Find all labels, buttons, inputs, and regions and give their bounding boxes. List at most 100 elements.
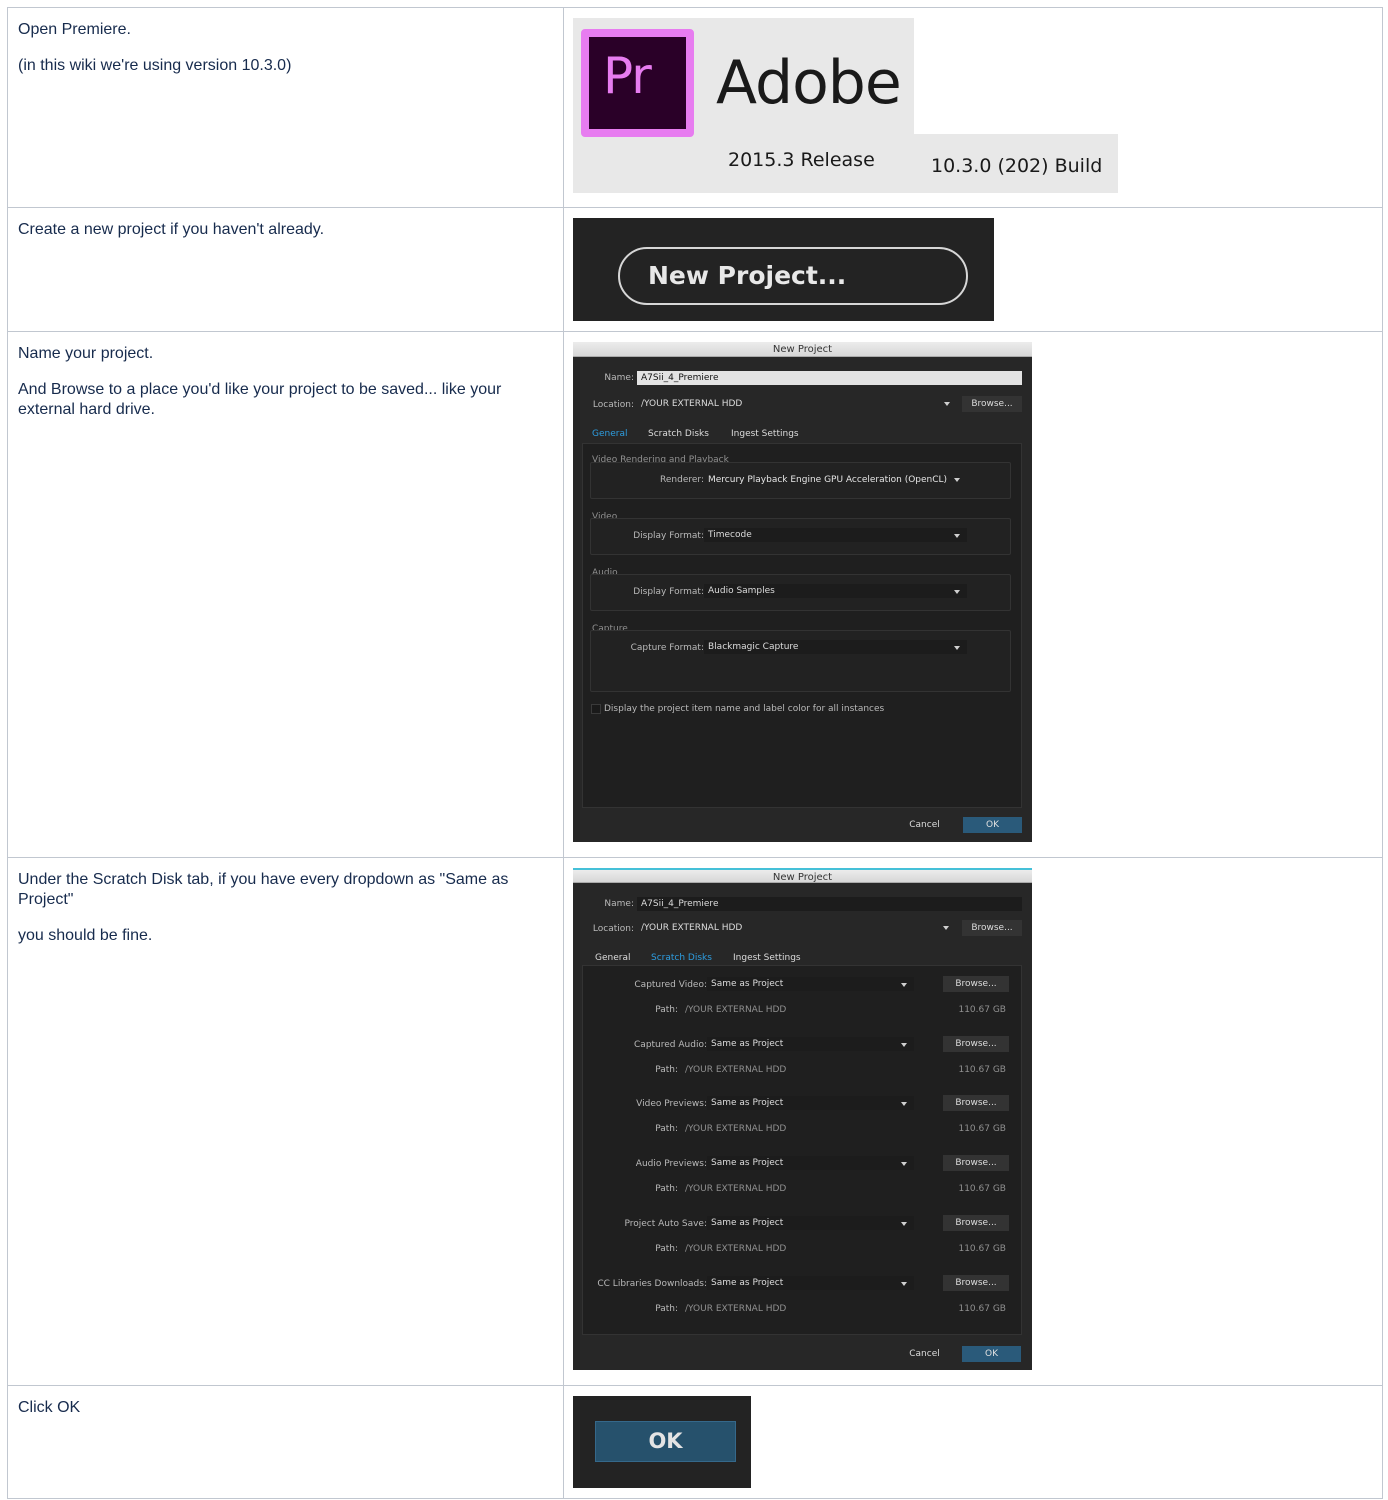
location-label: Location: xyxy=(592,924,634,934)
disk-label: Video Previews: xyxy=(636,1099,707,1109)
step-image-cell: New Project Name: A7Sii_4_Premiere Locat… xyxy=(563,857,1383,1386)
step-paragraph: Click OK xyxy=(18,1399,81,1416)
tab-ingest-settings[interactable]: Ingest Settings xyxy=(733,953,801,963)
project-auto-save-dropdown[interactable]: Same as Project xyxy=(707,1216,914,1230)
free-space: 110.67 GB xyxy=(958,1005,1006,1015)
name-input[interactable]: A7Sii_4_Premiere xyxy=(637,371,1022,385)
tab-scratch-disks[interactable]: Scratch Disks xyxy=(648,429,709,439)
step-text-cell: Create a new project if you haven't alre… xyxy=(7,207,564,332)
path-label: Path: xyxy=(655,1244,678,1254)
disk-label: Project Auto Save: xyxy=(624,1219,707,1229)
step-paragraph: you should be fine. xyxy=(18,927,153,944)
path-value: /YOUR EXTERNAL HDD xyxy=(685,1244,787,1254)
audio-previews-dropdown[interactable]: Same as Project xyxy=(707,1156,914,1170)
captured-audio-dropdown[interactable]: Same as Project xyxy=(707,1037,914,1051)
capture-format-label: Capture Format: xyxy=(630,643,704,653)
dialog-title: New Project xyxy=(573,342,1032,357)
display-item-name-checkbox[interactable] xyxy=(591,704,601,714)
new-project-dialog-general: New Project Name: A7Sii_4_Premiere Locat… xyxy=(573,342,1032,842)
disk-label: Captured Audio: xyxy=(634,1040,707,1050)
step-text-cell: Click OK xyxy=(7,1385,564,1499)
browse-button[interactable]: Browse... xyxy=(943,1095,1009,1111)
free-space: 110.67 GB xyxy=(958,1065,1006,1075)
cancel-button[interactable]: Cancel xyxy=(897,817,952,833)
captured-video-dropdown[interactable]: Same as Project xyxy=(707,977,914,991)
chevron-down-icon xyxy=(943,926,949,930)
build-label: 10.3.0 (202) Build xyxy=(931,155,1103,177)
renderer-dropdown[interactable]: Mercury Playback Engine GPU Acceleration… xyxy=(708,475,947,485)
tab-scratch-disks[interactable]: Scratch Disks xyxy=(651,953,712,963)
free-space: 110.67 GB xyxy=(958,1304,1006,1314)
ok-button[interactable]: OK xyxy=(595,1421,736,1462)
chevron-down-icon xyxy=(901,1162,907,1166)
step-paragraph: Name your project. xyxy=(18,345,154,362)
checkbox-label: Display the project item name and label … xyxy=(604,704,885,714)
step-paragraph: (in this wiki we're using version 10.3.0… xyxy=(18,57,292,74)
chevron-down-icon xyxy=(901,1043,907,1047)
free-space: 110.67 GB xyxy=(958,1184,1006,1194)
capture-format-dropdown[interactable]: Blackmagic Capture xyxy=(704,640,967,654)
step-row-click-ok: Click OK OK xyxy=(7,1385,1383,1499)
cancel-button[interactable]: Cancel xyxy=(897,1346,952,1362)
path-value: /YOUR EXTERNAL HDD xyxy=(685,1124,787,1134)
premiere-version-image: Pr Adobe 2015.3 Release 10.3.0 (202) Bui… xyxy=(573,18,1118,193)
disk-label: Audio Previews: xyxy=(635,1159,707,1169)
browse-button[interactable]: Browse... xyxy=(943,1155,1009,1171)
free-space: 110.67 GB xyxy=(958,1124,1006,1134)
step-text-cell: Under the Scratch Disk tab, if you have … xyxy=(7,857,564,1386)
chevron-down-icon xyxy=(954,534,960,538)
browse-button[interactable]: Browse... xyxy=(943,1215,1009,1231)
chevron-down-icon xyxy=(954,478,960,482)
new-project-image: New Project... xyxy=(573,218,994,321)
chevron-down-icon xyxy=(954,646,960,650)
step-row-scratch-disks: Under the Scratch Disk tab, if you have … xyxy=(7,857,1383,1386)
browse-button[interactable]: Browse... xyxy=(943,976,1009,992)
path-label: Path: xyxy=(655,1124,678,1134)
ok-button-image: OK xyxy=(573,1396,751,1488)
disk-label: Captured Video: xyxy=(634,980,707,990)
video-previews-dropdown[interactable]: Same as Project xyxy=(707,1096,914,1110)
step-image-cell: New Project Name: A7Sii_4_Premiere Locat… xyxy=(563,331,1383,858)
name-label: Name: xyxy=(604,373,634,383)
free-space: 110.67 GB xyxy=(958,1244,1006,1254)
tab-general[interactable]: General xyxy=(595,953,630,963)
tab-ingest-settings[interactable]: Ingest Settings xyxy=(731,429,799,439)
location-dropdown[interactable]: /YOUR EXTERNAL HDD xyxy=(637,921,958,935)
step-text-cell: Name your project. And Browse to a place… xyxy=(7,331,564,858)
video-display-format-dropdown[interactable]: Timecode xyxy=(704,528,967,542)
path-value: /YOUR EXTERNAL HDD xyxy=(685,1065,787,1075)
path-value: /YOUR EXTERNAL HDD xyxy=(685,1304,787,1314)
step-paragraph: Create a new project if you haven't alre… xyxy=(18,221,325,238)
new-project-button[interactable]: New Project... xyxy=(618,247,968,305)
step-paragraph: Open Premiere. xyxy=(18,21,131,38)
new-project-dialog-scratch-disks: New Project Name: A7Sii_4_Premiere Locat… xyxy=(573,868,1032,1370)
name-input[interactable]: A7Sii_4_Premiere xyxy=(637,897,1022,911)
ok-button[interactable]: OK xyxy=(963,817,1022,833)
name-label: Name: xyxy=(604,899,634,909)
chevron-down-icon xyxy=(944,402,950,406)
browse-button[interactable]: Browse... xyxy=(962,396,1022,412)
step-row-name-project: Name your project. And Browse to a place… xyxy=(7,331,1383,858)
path-label: Path: xyxy=(655,1065,678,1075)
chevron-down-icon xyxy=(901,1222,907,1226)
browse-button[interactable]: Browse... xyxy=(962,920,1022,936)
cc-libraries-downloads-dropdown[interactable]: Same as Project xyxy=(707,1276,914,1290)
tab-general[interactable]: General xyxy=(592,429,627,439)
audio-display-format-dropdown[interactable]: Audio Samples xyxy=(704,584,967,598)
browse-button[interactable]: Browse... xyxy=(943,1275,1009,1291)
ok-button[interactable]: OK xyxy=(962,1346,1021,1362)
step-image-cell: OK xyxy=(563,1385,1383,1499)
release-label: 2015.3 Release xyxy=(728,149,875,171)
chevron-down-icon xyxy=(954,590,960,594)
path-value: /YOUR EXTERNAL HDD xyxy=(685,1005,787,1015)
path-label: Path: xyxy=(655,1304,678,1314)
step-image-cell: New Project... xyxy=(563,207,1383,332)
step-row-new-project: Create a new project if you haven't alre… xyxy=(7,207,1383,332)
display-format-label: Display Format: xyxy=(633,531,704,541)
location-dropdown[interactable]: /YOUR EXTERNAL HDD xyxy=(637,397,958,411)
browse-button[interactable]: Browse... xyxy=(943,1036,1009,1052)
premiere-logo-icon: Pr xyxy=(581,29,694,137)
location-label: Location: xyxy=(592,400,634,410)
chevron-down-icon xyxy=(901,983,907,987)
adobe-wordmark: Adobe xyxy=(716,48,902,118)
